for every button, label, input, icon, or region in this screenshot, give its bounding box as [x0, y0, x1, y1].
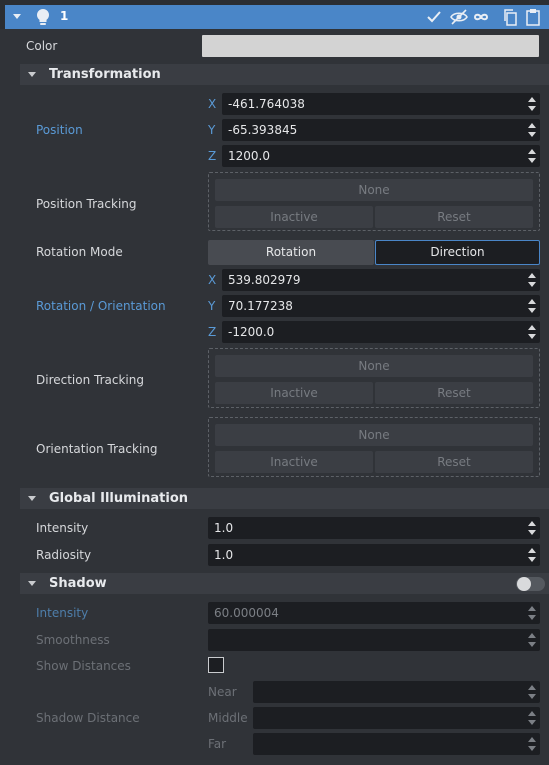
shadow-section-header[interactable]: Shadow: [20, 573, 549, 594]
position-y-value: -65.393845: [228, 123, 298, 137]
position-tracking-label: Position Tracking: [36, 197, 137, 211]
light-title: 1: [60, 9, 69, 23]
shadow-title: Shadow: [49, 576, 107, 591]
spinner-icon[interactable]: [528, 149, 536, 163]
global-illumination-section-header[interactable]: Global Illumination: [20, 488, 549, 509]
far-label: Far: [208, 737, 227, 751]
rotation-z-axis: Z: [208, 325, 217, 339]
chevron-down-icon: [28, 72, 36, 77]
position-tracking-inactive-button[interactable]: Inactive: [215, 206, 373, 228]
rotation-z-input[interactable]: -1200.0: [222, 321, 540, 343]
transformation-section-header[interactable]: Transformation: [20, 64, 549, 85]
spinner-icon[interactable]: [528, 521, 536, 535]
show-distances-checkbox[interactable]: [208, 657, 224, 673]
checkmark-icon[interactable]: [426, 10, 442, 24]
chevron-down-icon: [28, 496, 36, 501]
spinner-icon[interactable]: [528, 273, 536, 287]
shadow-intensity-label: Intensity: [36, 606, 89, 620]
shadow-toggle-knob: [517, 577, 531, 591]
shadow-intensity-value: 60.000004: [214, 606, 279, 620]
hidden-eye-icon[interactable]: [449, 9, 469, 25]
middle-label: Middle: [208, 711, 248, 725]
gi-intensity-input[interactable]: 1.0: [208, 517, 540, 539]
rotation-y-value: 70.177238: [228, 299, 293, 313]
position-y-axis: Y: [208, 123, 216, 137]
paste-icon[interactable]: [525, 8, 541, 26]
spinner-icon[interactable]: [528, 633, 536, 647]
position-z-input[interactable]: 1200.0: [222, 145, 540, 167]
position-z-axis: Z: [208, 149, 217, 163]
shadow-smoothness-input[interactable]: [208, 629, 540, 651]
rotation-x-axis: X: [208, 273, 217, 287]
spinner-icon[interactable]: [528, 299, 536, 313]
orientation-tracking-none-button[interactable]: None: [215, 424, 533, 446]
orientation-tracking-inactive-button[interactable]: Inactive: [215, 451, 373, 473]
rotation-y-axis: Y: [208, 299, 216, 313]
position-tracking-group: None Inactive Reset: [208, 172, 540, 231]
spinner-icon[interactable]: [528, 737, 536, 751]
gi-intensity-value: 1.0: [214, 521, 234, 535]
color-swatch[interactable]: [202, 35, 539, 57]
spinner-icon[interactable]: [528, 97, 536, 111]
spinner-icon[interactable]: [528, 685, 536, 699]
spinner-icon[interactable]: [528, 548, 536, 562]
rotation-x-input[interactable]: 539.802979: [222, 269, 540, 291]
shadow-smoothness-label: Smoothness: [36, 633, 110, 647]
orientation-tracking-group: None Inactive Reset: [208, 417, 540, 477]
rotation-x-value: 539.802979: [228, 273, 301, 287]
collapse-chevron-icon[interactable]: [13, 14, 21, 19]
rotation-y-input[interactable]: 70.177238: [222, 295, 540, 317]
orientation-tracking-reset-button[interactable]: Reset: [375, 451, 533, 473]
position-z-value: 1200.0: [228, 149, 270, 163]
rotation-mode-direction-button[interactable]: Direction: [375, 240, 540, 265]
direction-tracking-group: None Inactive Reset: [208, 348, 540, 408]
near-label: Near: [208, 685, 237, 699]
near-distance-input[interactable]: [253, 681, 540, 703]
rotation-orientation-label: Rotation / Orientation: [36, 299, 166, 313]
chevron-down-icon: [28, 581, 36, 586]
gi-radiosity-value: 1.0: [214, 548, 234, 562]
position-label: Position: [36, 123, 83, 137]
global-illumination-title: Global Illumination: [49, 491, 189, 506]
position-x-value: -461.764038: [228, 97, 305, 111]
rotation-z-value: -1200.0: [228, 325, 275, 339]
copy-icon[interactable]: [502, 8, 518, 26]
shadow-distance-label: Shadow Distance: [36, 711, 140, 725]
direction-tracking-none-button[interactable]: None: [215, 355, 533, 377]
position-y-input[interactable]: -65.393845: [222, 119, 540, 141]
direction-tracking-inactive-button[interactable]: Inactive: [215, 382, 373, 404]
spinner-icon[interactable]: [528, 711, 536, 725]
position-tracking-reset-button[interactable]: Reset: [375, 206, 533, 228]
show-distances-label: Show Distances: [36, 659, 131, 673]
shadow-toggle[interactable]: [516, 577, 545, 591]
shadow-intensity-input[interactable]: 60.000004: [208, 602, 540, 624]
gi-radiosity-input[interactable]: 1.0: [208, 544, 540, 566]
rotation-mode-rotation-button[interactable]: Rotation: [208, 240, 374, 265]
far-distance-input[interactable]: [253, 733, 540, 755]
position-tracking-none-button[interactable]: None: [215, 179, 533, 201]
spinner-icon[interactable]: [528, 123, 536, 137]
rotation-mode-label: Rotation Mode: [36, 245, 123, 259]
direction-tracking-reset-button[interactable]: Reset: [375, 382, 533, 404]
link-icon[interactable]: [472, 10, 492, 24]
gi-radiosity-label: Radiosity: [36, 548, 92, 562]
color-label: Color: [26, 39, 58, 53]
light-header-bar[interactable]: 1: [5, 5, 549, 29]
spinner-icon[interactable]: [528, 606, 536, 620]
gi-intensity-label: Intensity: [36, 521, 89, 535]
light-bulb-icon: [36, 8, 50, 25]
orientation-tracking-label: Orientation Tracking: [36, 442, 158, 456]
transformation-title: Transformation: [49, 67, 161, 82]
spinner-icon[interactable]: [528, 325, 536, 339]
position-x-axis: X: [208, 97, 217, 111]
position-x-input[interactable]: -461.764038: [222, 93, 540, 115]
direction-tracking-label: Direction Tracking: [36, 373, 144, 387]
middle-distance-input[interactable]: [253, 707, 540, 729]
